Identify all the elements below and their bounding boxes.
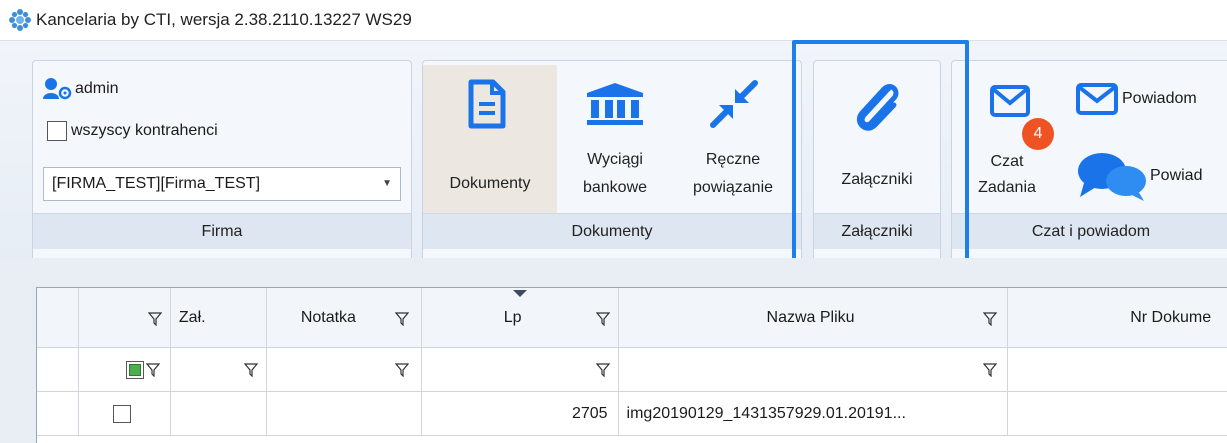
column-header-selector <box>37 288 79 347</box>
dokumenty-button-label: Dokumenty <box>449 175 531 192</box>
table-row[interactable]: 2705 img20190129_1431357929.01.20191... <box>37 392 1227 436</box>
reczne-label-line2: powiązanie <box>692 179 774 196</box>
column-header-nazwa-label: Nazwa Pliku <box>766 308 855 326</box>
ribbon-group-czat: Czat Zadania Powiadom Powiad Czat i powi… <box>951 60 1227 290</box>
column-header-lp-label: Lp <box>503 308 522 326</box>
ribbon-group-firma: admin wszyscy kontrahenci [FIRMA_TEST][F… <box>32 60 412 290</box>
column-header-zal-label: Zał. <box>178 308 206 326</box>
filter-cell-lp[interactable] <box>422 348 619 391</box>
column-header-zal[interactable]: Zał. <box>170 288 267 347</box>
bank-icon <box>587 83 643 125</box>
column-header-notatka[interactable]: Notatka <box>266 288 422 347</box>
filter-icon[interactable] <box>243 362 258 377</box>
all-contractors-toggle[interactable]: wszyscy kontrahenci <box>47 121 218 141</box>
title-bar: Kancelaria by CTI, wersja 2.38.2110.1322… <box>0 0 1227 40</box>
dokumenty-button[interactable]: Dokumenty <box>423 65 557 217</box>
envelope-icon <box>1076 83 1118 115</box>
wyciagi-label-line1: Wyciągi <box>587 151 643 168</box>
filter-cell-nr[interactable] <box>1008 348 1227 391</box>
reczne-powiazanie-button[interactable]: Ręczne powiązanie <box>671 65 795 217</box>
envelope-icon <box>990 85 1030 117</box>
reczne-label-line1: Ręczne <box>705 151 761 168</box>
chat-bubbles-icon <box>1078 153 1146 201</box>
group-label-firma: Firma <box>33 213 411 249</box>
group-label-dokumenty: Dokumenty <box>423 213 801 249</box>
powiadom-label: Powiadom <box>1122 90 1197 107</box>
select-all-checkbox[interactable] <box>125 360 144 379</box>
filter-icon[interactable] <box>145 362 160 377</box>
app-logo-icon <box>9 9 31 31</box>
filter-cell-notatka[interactable] <box>267 348 422 391</box>
row-nr-cell <box>1008 392 1227 435</box>
row-zal-cell <box>171 392 267 435</box>
filter-icon[interactable] <box>147 312 162 326</box>
company-select-value: [FIRMA_TEST][Firma_TEST] <box>52 175 261 192</box>
filter-icon[interactable] <box>983 312 998 326</box>
filter-cell-nazwa[interactable] <box>619 348 1009 391</box>
row-indicator <box>37 392 79 435</box>
filter-cell-zal[interactable] <box>171 348 267 391</box>
grid-filter-row <box>37 348 1227 392</box>
attachments-grid: Zał. Notatka Lp Nazwa Pliku Nr Dokume 27… <box>36 287 1227 443</box>
powiadomienia-button[interactable]: Powiad <box>1076 149 1202 203</box>
group-label-czat: Czat i powiadom <box>952 213 1227 249</box>
filter-icon[interactable] <box>394 362 409 377</box>
row-notatka-cell <box>267 392 422 435</box>
column-header-nazwa-pliku[interactable]: Nazwa Pliku <box>618 288 1009 347</box>
column-header-select[interactable] <box>78 288 171 347</box>
user-indicator[interactable]: admin <box>43 77 119 101</box>
filter-icon[interactable] <box>595 362 610 377</box>
filter-icon[interactable] <box>394 312 409 326</box>
grid-header: Zał. Notatka Lp Nazwa Pliku Nr Dokume <box>37 288 1227 348</box>
user-icon <box>43 78 72 100</box>
column-header-notatka-label: Notatka <box>300 308 356 326</box>
document-icon <box>468 79 506 129</box>
wyciagi-bankowe-button[interactable]: Wyciągi bankowe <box>563 65 667 217</box>
filter-icon[interactable] <box>595 312 610 326</box>
chevron-down-icon[interactable]: ▼ <box>382 168 392 200</box>
column-header-nr-label: Nr Dokume <box>1130 308 1212 326</box>
row-lp-cell: 2705 <box>422 392 619 435</box>
company-select[interactable]: [FIRMA_TEST][Firma_TEST] ▼ <box>43 167 401 201</box>
ribbon-group-dokumenty: Dokumenty Wyciągi bankowe Ręczne powiąza… <box>422 60 802 290</box>
row-filename-cell: img20190129_1431357929.01.20191... <box>619 392 1009 435</box>
user-name: admin <box>75 80 119 97</box>
filter-cell-select[interactable] <box>79 348 171 391</box>
filter-icon[interactable] <box>983 362 998 377</box>
column-header-nr-dokumentu[interactable]: Nr Dokume <box>1008 288 1227 347</box>
all-contractors-label: wszyscy kontrahenci <box>71 122 218 139</box>
link-arrows-icon <box>710 80 758 128</box>
window-title: Kancelaria by CTI, wersja 2.38.2110.1322… <box>36 10 412 29</box>
wyciagi-label-line2: bankowe <box>582 179 648 196</box>
sort-desc-icon <box>512 290 527 297</box>
powiadom-button[interactable]: Powiadom <box>1076 83 1197 115</box>
all-contractors-checkbox[interactable] <box>47 121 67 141</box>
row-select-cell[interactable] <box>79 392 171 435</box>
powiadomienia-label: Powiad <box>1150 167 1203 184</box>
notification-badge: 4 <box>1022 118 1054 150</box>
filter-cell <box>37 348 79 391</box>
column-header-lp[interactable]: Lp <box>421 288 619 347</box>
row-checkbox[interactable] <box>112 404 131 423</box>
highlight-frame <box>792 40 969 284</box>
